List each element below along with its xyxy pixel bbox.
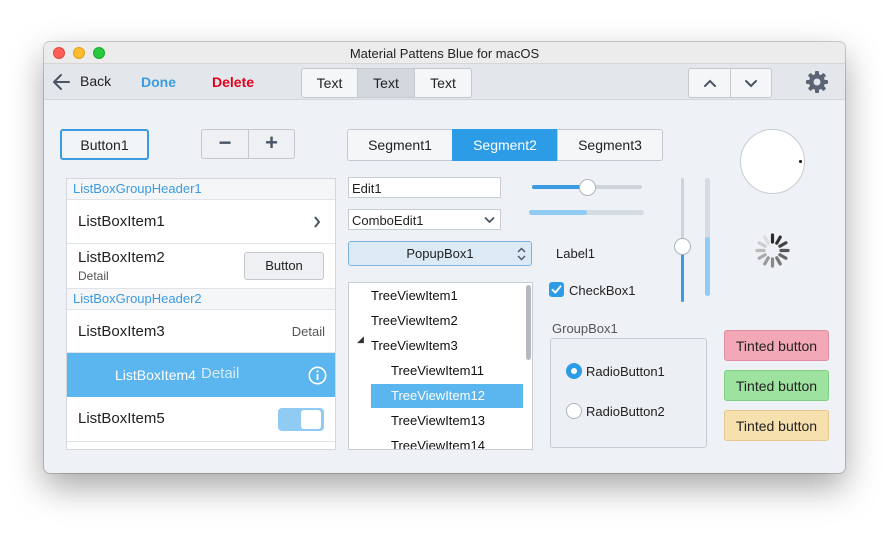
switch-thumb <box>301 410 321 429</box>
groupbox-title: GroupBox1 <box>552 321 618 336</box>
chevron-up-icon <box>704 79 716 87</box>
info-icon[interactable] <box>308 366 327 385</box>
chevron-up-button[interactable] <box>688 68 731 98</box>
list-item-1-label: ListBoxItem1 <box>78 213 165 230</box>
tree-expand-icon[interactable]: ◢ <box>357 334 364 345</box>
combo-edit-value: ComboEdit1 <box>352 213 424 228</box>
tree-item-3[interactable]: TreeViewItem3 <box>371 333 458 358</box>
toolbar-text-segment-1[interactable]: Text <box>301 68 358 98</box>
tree-item-14[interactable]: TreeViewItem14 <box>391 433 485 449</box>
label1: Label1 <box>556 246 596 261</box>
back-label: Back <box>80 73 112 89</box>
list-item-4-detail: Detail <box>201 365 240 382</box>
tree-item-13[interactable]: TreeViewItem13 <box>391 408 485 433</box>
combo-edit[interactable]: ComboEdit1 <box>348 209 501 230</box>
list-item-2[interactable]: ListBoxItem2 Detail Button <box>67 244 335 289</box>
arc-dial[interactable] <box>740 129 805 194</box>
groupbox: RadioButton1 RadioButton2 <box>550 338 707 448</box>
progress-fill <box>529 210 587 215</box>
radio-button-1-circle[interactable] <box>566 363 582 379</box>
tinted-button-yellow[interactable]: Tinted button <box>724 410 829 441</box>
popup-box-value: PopupBox1 <box>406 246 474 261</box>
list-item-2-button[interactable]: Button <box>244 252 324 280</box>
dial-indicator <box>799 160 802 163</box>
tree-item-1[interactable]: TreeViewItem1 <box>371 283 458 308</box>
list-item-5-label: ListBoxItem5 <box>78 410 165 427</box>
progress-bar <box>529 210 644 215</box>
radio-button-2-circle[interactable] <box>566 403 582 419</box>
checkbox1-label[interactable]: CheckBox1 <box>569 283 635 298</box>
vertical-progress-fill <box>705 237 710 296</box>
checkbox1-box[interactable] <box>549 282 564 297</box>
list-group-header-2: ListBoxGroupHeader2 <box>67 289 335 310</box>
activity-spinner-icon <box>755 233 790 268</box>
list-item-5[interactable]: ListBoxItem5 <box>67 397 335 442</box>
tree-item-12[interactable]: TreeViewItem12 <box>391 383 485 408</box>
list-item-1[interactable]: ListBoxItem1 <box>67 200 335 244</box>
back-button[interactable]: Back <box>52 73 114 93</box>
list-box: ListBoxGroupHeader1 ListBoxItem1 ListBox… <box>66 178 336 450</box>
vertical-progress-bar <box>705 178 710 296</box>
list-item-2-label: ListBoxItem2 <box>78 249 165 266</box>
chevron-down-icon <box>745 80 757 88</box>
list-group-header-1: ListBoxGroupHeader1 <box>67 179 335 200</box>
app-window: Material Pattens Blue for macOS Back Don… <box>44 42 845 473</box>
tinted-button-pink[interactable]: Tinted button <box>724 330 829 361</box>
delete-button[interactable]: Delete <box>212 74 254 90</box>
list-item-5-switch[interactable] <box>278 408 324 431</box>
chevron-down-button[interactable] <box>730 68 772 98</box>
chevron-right-icon <box>314 216 321 228</box>
segment-2[interactable]: Segment2 <box>452 129 558 161</box>
up-down-arrows-icon <box>517 247 526 261</box>
segment-1[interactable]: Segment1 <box>347 129 453 161</box>
tinted-button-green[interactable]: Tinted button <box>724 370 829 401</box>
plus-button[interactable]: + <box>248 129 295 159</box>
segment-3[interactable]: Segment3 <box>557 129 663 161</box>
list-item-4-label: ListBoxItem4 <box>115 367 196 383</box>
arrow-left-icon <box>53 74 70 90</box>
list-item-2-detail: Detail <box>78 269 109 283</box>
button1[interactable]: Button1 <box>60 129 149 160</box>
toolbar: Back Done Delete Text Text Text <box>44 64 845 100</box>
chevron-down-icon[interactable] <box>484 216 495 224</box>
list-item-3[interactable]: ListBoxItem3 Detail <box>67 310 335 353</box>
list-item-3-detail: Detail <box>291 324 325 339</box>
gear-icon[interactable] <box>806 71 828 93</box>
vertical-slider-thumb[interactable] <box>674 238 691 256</box>
tree-item-2[interactable]: TreeViewItem2 <box>371 308 458 333</box>
toolbar-text-segment-3[interactable]: Text <box>414 68 472 98</box>
radio-button-2-label[interactable]: RadioButton2 <box>586 404 665 419</box>
radio-dot <box>571 368 577 374</box>
tree-view: TreeViewItem1 TreeViewItem2 ◢ TreeViewIt… <box>348 282 533 450</box>
toolbar-text-segment-2[interactable]: Text <box>357 68 415 98</box>
popup-box[interactable]: PopupBox1 <box>348 241 532 266</box>
done-button[interactable]: Done <box>141 74 176 90</box>
minus-button[interactable]: − <box>201 129 249 159</box>
tree-item-11[interactable]: TreeViewItem11 <box>391 358 484 383</box>
radio-button-1-label[interactable]: RadioButton1 <box>586 364 665 379</box>
title-bar: Material Pattens Blue for macOS <box>44 42 845 64</box>
window-title: Material Pattens Blue for macOS <box>349 46 540 61</box>
tree-scrollbar[interactable] <box>526 285 531 360</box>
checkmark-icon <box>551 285 562 294</box>
edit-field[interactable]: Edit1 <box>348 177 501 198</box>
slider-thumb[interactable] <box>579 179 596 196</box>
list-item-3-label: ListBoxItem3 <box>78 323 165 340</box>
list-item-4[interactable]: ListBoxItem4 Detail <box>67 353 335 397</box>
